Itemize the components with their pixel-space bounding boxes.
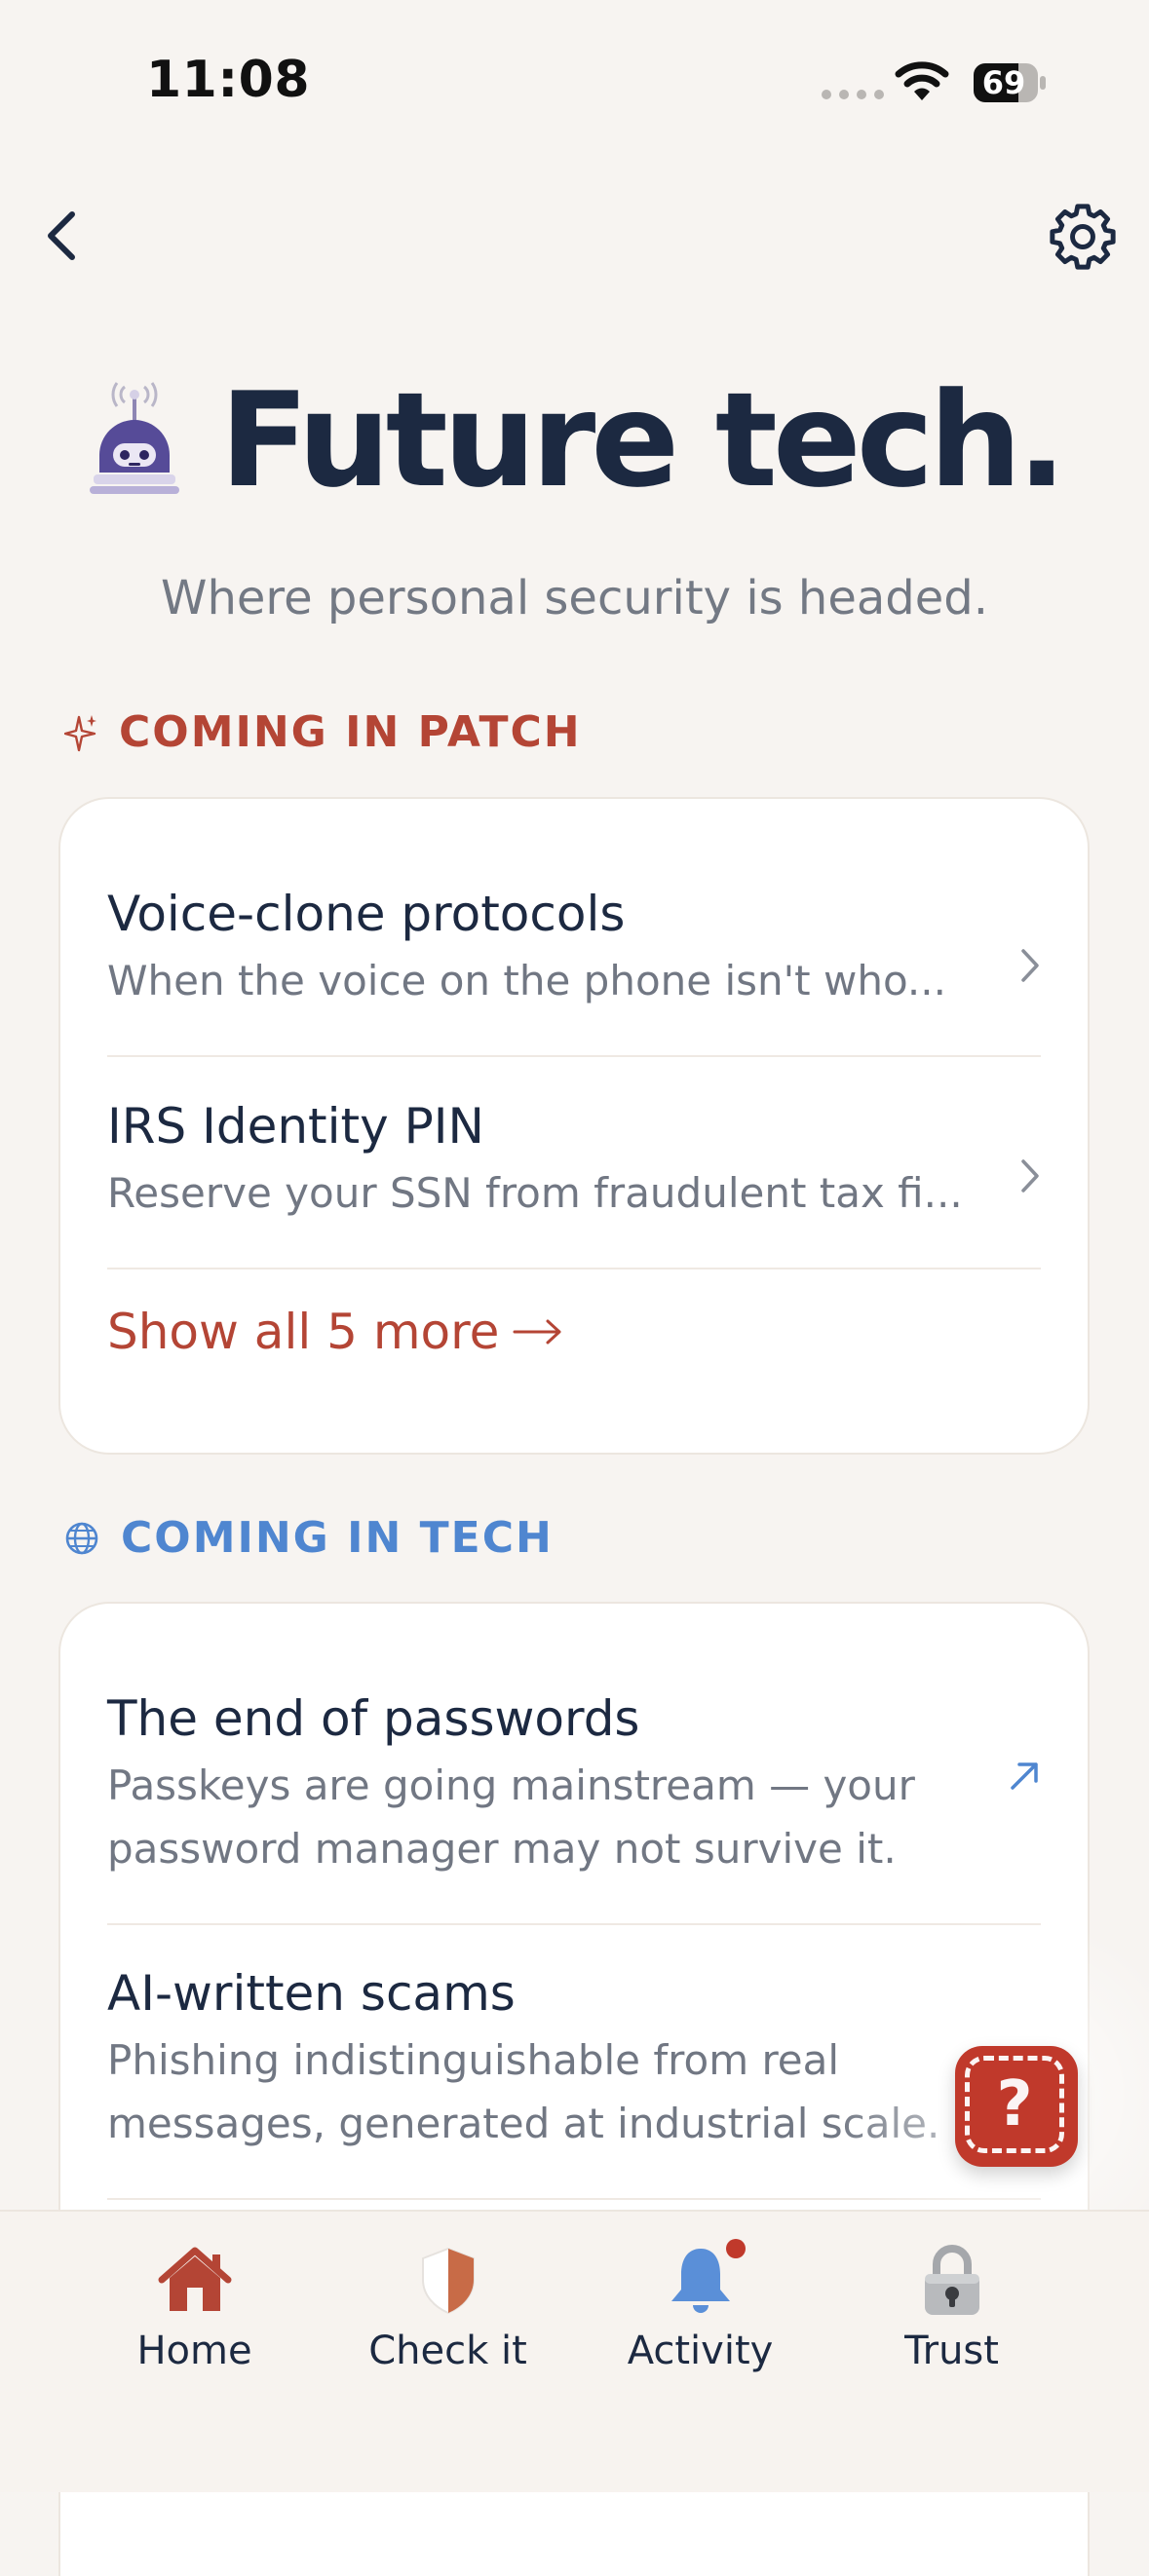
item-title: IRS Identity PIN [107, 1098, 484, 1155]
tab-activity[interactable]: Activity [574, 2212, 826, 2377]
wifi-icon [895, 61, 949, 100]
battery-level: 69 [981, 64, 1026, 101]
item-subtitle-line: Passkeys are going mainstream — your [107, 1762, 915, 1809]
chevron-right-icon [1021, 1159, 1039, 1193]
section-header-tech: COMING IN TECH [64, 1513, 554, 1563]
arrow-right-icon [513, 1319, 561, 1345]
section-label-patch: COMING IN PATCH [119, 707, 582, 757]
list-item-voice-clone[interactable]: Voice-clone protocols When the voice on … [107, 885, 1041, 1012]
item-subtitle: When the voice on the phone isn't who... [107, 957, 946, 1004]
notification-dot [726, 2239, 746, 2258]
robot-icon [89, 382, 179, 494]
cellular-signal-icon [822, 90, 884, 99]
help-button[interactable]: ? [955, 2046, 1078, 2167]
item-title: The end of passwords [107, 1690, 640, 1747]
list-item-end-of-passwords[interactable]: The end of passwords Passkeys are going … [107, 1689, 1041, 1880]
back-chevron-icon[interactable] [39, 207, 88, 265]
tab-label: Trust [904, 2329, 999, 2373]
section-label-tech: COMING IN TECH [121, 1513, 554, 1563]
sparkle-icon [64, 714, 96, 751]
external-link-arrow-icon [1011, 1762, 1038, 1790]
tab-home[interactable]: Home [68, 2212, 321, 2377]
help-button-label: ? [965, 2056, 1064, 2153]
tab-bar: Home Check it Activity Trust [0, 2210, 1149, 2492]
divider [107, 1268, 1041, 1269]
globe-icon [65, 1522, 98, 1554]
shield-icon [421, 2247, 475, 2315]
item-title: Voice-clone protocols [107, 886, 626, 942]
status-time: 11:08 [146, 51, 311, 109]
chevron-right-icon [1021, 949, 1039, 982]
page-title: Future tech. [219, 364, 1067, 516]
tab-label: Check it [368, 2329, 527, 2373]
padlock-icon [924, 2245, 979, 2315]
divider [107, 1923, 1041, 1925]
hero: Future tech. [0, 375, 1149, 506]
patch-card: Voice-clone protocols When the voice on … [58, 797, 1090, 1455]
tab-label: Home [136, 2329, 252, 2373]
gear-icon[interactable] [1047, 201, 1119, 273]
item-subtitle-line: password manager may not survive it. [107, 1825, 897, 1873]
item-subtitle: Passkeys are going mainstream — your pas… [107, 1754, 1041, 1880]
show-more-link[interactable]: Show all 5 more [107, 1304, 563, 1360]
tab-check-it[interactable]: Check it [322, 2212, 574, 2377]
divider [107, 1055, 1041, 1057]
tab-trust[interactable]: Trust [825, 2212, 1078, 2377]
list-item-irs-pin[interactable]: IRS Identity PIN Reserve your SSN from f… [107, 1097, 1041, 1225]
page-subtitle: Where personal security is headed. [160, 571, 989, 625]
tab-label: Activity [627, 2329, 774, 2373]
section-header-patch: COMING IN PATCH [64, 707, 582, 757]
show-more-label: Show all 5 more [107, 1304, 500, 1360]
item-subtitle: Reserve your SSN from fraudulent tax fi.… [107, 1169, 963, 1217]
house-icon [158, 2247, 231, 2311]
